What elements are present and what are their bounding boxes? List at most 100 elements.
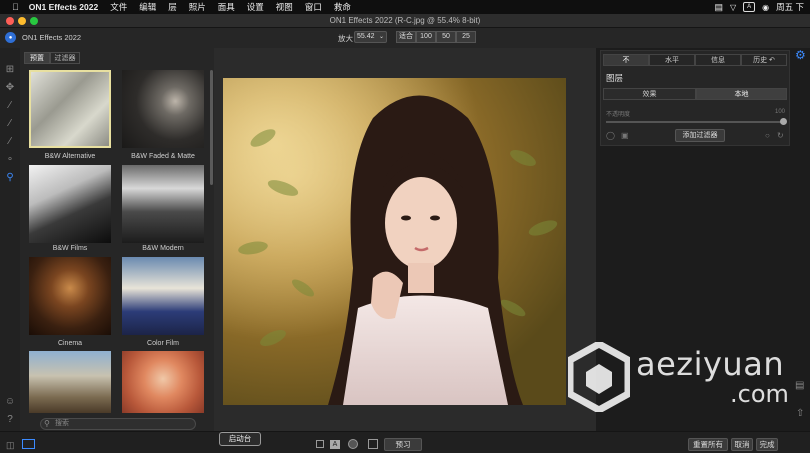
maximize-window-button[interactable] xyxy=(30,17,38,25)
line-mask-tool-icon[interactable]: ∕ xyxy=(4,136,16,148)
menu-view[interactable]: 视图 xyxy=(276,1,293,13)
tab-none[interactable]: 不 xyxy=(603,54,649,66)
preset-thumb-bw-alternative[interactable] xyxy=(29,70,111,148)
window-titlebar: ON1 Effects 2022 (R-C.jpg @ 55.4% 8-bit) xyxy=(0,14,810,28)
tab-history-label: 历史 xyxy=(753,57,768,64)
close-window-button[interactable] xyxy=(6,17,14,25)
main-photo[interactable] xyxy=(223,78,566,405)
preset-thumb-cinema[interactable] xyxy=(29,257,111,335)
watermark-domain: .com xyxy=(730,380,789,408)
tab-info[interactable]: 信息 xyxy=(695,54,741,66)
help-icon[interactable]: ? xyxy=(4,414,16,426)
preset-label: B&W Modern xyxy=(142,245,184,252)
screen-mirroring-icon[interactable]: ▤ xyxy=(714,2,723,13)
panel-toggle-icon[interactable]: ◫ xyxy=(6,440,15,451)
preset-label: B&W Films xyxy=(52,245,88,252)
menubar-clock[interactable]: 周五 下 xyxy=(776,1,804,13)
text-overlay-icon[interactable]: A xyxy=(330,440,340,449)
menu-help[interactable]: 救命 xyxy=(334,1,351,13)
chevron-down-icon: ⌄ xyxy=(378,34,384,40)
fit-button[interactable]: 适合 xyxy=(396,31,416,43)
photo-illustration xyxy=(223,78,566,405)
zoom-25-button[interactable]: 25 xyxy=(456,31,476,43)
watermark-text: aeziyuan xyxy=(636,345,785,383)
filmstrip-toggle-icon[interactable] xyxy=(22,439,35,449)
preset-thumb-portrait-warm[interactable] xyxy=(122,351,204,413)
browser-scrollbar[interactable] xyxy=(210,70,213,185)
reset-icon[interactable]: ↻ xyxy=(777,131,784,140)
mask-icon[interactable]: ◯ xyxy=(606,131,615,140)
reset-all-button[interactable]: 重置所有 xyxy=(688,438,728,451)
preset-thumb-bw-faded-matte[interactable] xyxy=(122,70,204,148)
wifi-icon[interactable]: ◉ xyxy=(762,3,769,12)
menu-layer[interactable]: 层 xyxy=(168,1,177,13)
transform-tool-icon[interactable]: ✥ xyxy=(4,82,16,94)
add-filter-button[interactable]: 添加过滤器 xyxy=(675,129,725,142)
preset-label: B&W Alternative xyxy=(44,153,96,160)
tab-effects[interactable]: 效果 xyxy=(603,88,696,100)
search-icon: ⚲ xyxy=(44,419,50,428)
opacity-value: 100 xyxy=(774,109,785,115)
preset-thumb-bw-modern[interactable] xyxy=(122,165,204,243)
share-icon[interactable]: ⇧ xyxy=(796,408,804,419)
zoom-label: 放大 xyxy=(338,34,353,43)
undo-icon: ↶ xyxy=(769,57,775,64)
retouch-tool-icon[interactable]: ⚲ xyxy=(4,172,16,184)
on1-logo-icon: ● xyxy=(5,32,16,43)
done-button[interactable]: 完成 xyxy=(756,438,778,451)
opacity-label: 不透明度 xyxy=(606,112,631,118)
layers-title: 图层 xyxy=(606,73,624,83)
preset-label: B&W Faded & Matte xyxy=(131,153,195,160)
tab-level[interactable]: 水平 xyxy=(649,54,695,66)
zoom-select[interactable]: 55.42 ⌄ xyxy=(354,31,387,43)
brush-tool-icon[interactable]: ∕ xyxy=(4,100,16,112)
tab-filters[interactable]: 过滤器 xyxy=(50,52,80,64)
opacity-slider[interactable] xyxy=(606,121,784,123)
refine-tool-icon[interactable]: ∘ xyxy=(4,154,16,166)
zoom-100-button[interactable]: 100 xyxy=(416,31,436,43)
app-label: ON1 Effects 2022 xyxy=(22,33,82,42)
cancel-button[interactable]: 取消 xyxy=(731,438,753,451)
opacity-slider-thumb[interactable] xyxy=(780,118,787,125)
preset-label: Color Film xyxy=(147,340,179,347)
tab-presets[interactable]: 预置 xyxy=(24,52,50,64)
tab-local[interactable]: 本地 xyxy=(696,88,787,100)
tab-history[interactable]: 历史 ↶ xyxy=(741,54,787,66)
zoom-value: 55.42 xyxy=(357,33,375,40)
settings-gear-icon[interactable]: ⚙ xyxy=(795,48,806,62)
right-icon-strip: ⚙ ▤ ⇧ xyxy=(792,48,810,453)
crop-tool-icon[interactable]: ⊞ xyxy=(4,64,16,76)
menu-edit[interactable]: 编辑 xyxy=(139,1,156,13)
preset-label: Cinema xyxy=(57,340,83,347)
preview-button[interactable]: 预习 xyxy=(384,438,422,451)
preset-search-input[interactable]: 搜索 xyxy=(40,418,196,430)
apple-logo-icon[interactable]:  xyxy=(12,2,19,12)
preset-thumb-color-film[interactable] xyxy=(122,257,204,335)
print-icon[interactable]: ▤ xyxy=(795,380,804,391)
compare-icon[interactable] xyxy=(316,440,324,448)
launch-tooltip[interactable]: 启动台 xyxy=(219,432,261,446)
watermark-logo-icon xyxy=(568,342,630,412)
menu-file[interactable]: 文件 xyxy=(110,1,127,13)
mask-brush-tool-icon[interactable]: ∕ xyxy=(4,118,16,130)
system-menubar:  ON1 Effects 2022 文件 编辑 层 照片 面具 设置 视图 窗… xyxy=(0,0,810,14)
top-toolbar: ● ON1 Effects 2022 放大 55.42 ⌄ 适合 100 50 … xyxy=(0,28,810,48)
mask-view-icon[interactable] xyxy=(368,439,378,449)
preset-thumb-landscape[interactable] xyxy=(29,351,111,413)
visibility-icon[interactable]: ○ xyxy=(765,131,770,140)
menu-photo[interactable]: 照片 xyxy=(189,1,206,13)
menu-window[interactable]: 窗口 xyxy=(305,1,322,13)
tool-strip: ⊞ ✥ ∕ ∕ ∕ ∘ ⚲ ☺ ? xyxy=(0,48,20,453)
zoom-50-button[interactable]: 50 xyxy=(436,31,456,43)
layer-thumb-icon[interactable]: ▣ xyxy=(621,131,629,140)
menu-app-name[interactable]: ON1 Effects 2022 xyxy=(29,2,98,12)
circle-icon[interactable] xyxy=(348,439,358,449)
layers-panel: 不 水平 信息 历史 ↶ 图层 效果 本地 不透明度 100 ◯ ▣ 添加过滤器… xyxy=(600,50,790,146)
minimize-window-button[interactable] xyxy=(18,17,26,25)
menu-settings[interactable]: 设置 xyxy=(247,1,264,13)
input-source-badge[interactable]: A xyxy=(743,2,756,12)
menu-mask[interactable]: 面具 xyxy=(218,1,235,13)
people-icon[interactable]: ☺ xyxy=(4,396,16,408)
volume-icon[interactable]: ▽ xyxy=(730,3,736,12)
preset-thumb-bw-films[interactable] xyxy=(29,165,111,243)
